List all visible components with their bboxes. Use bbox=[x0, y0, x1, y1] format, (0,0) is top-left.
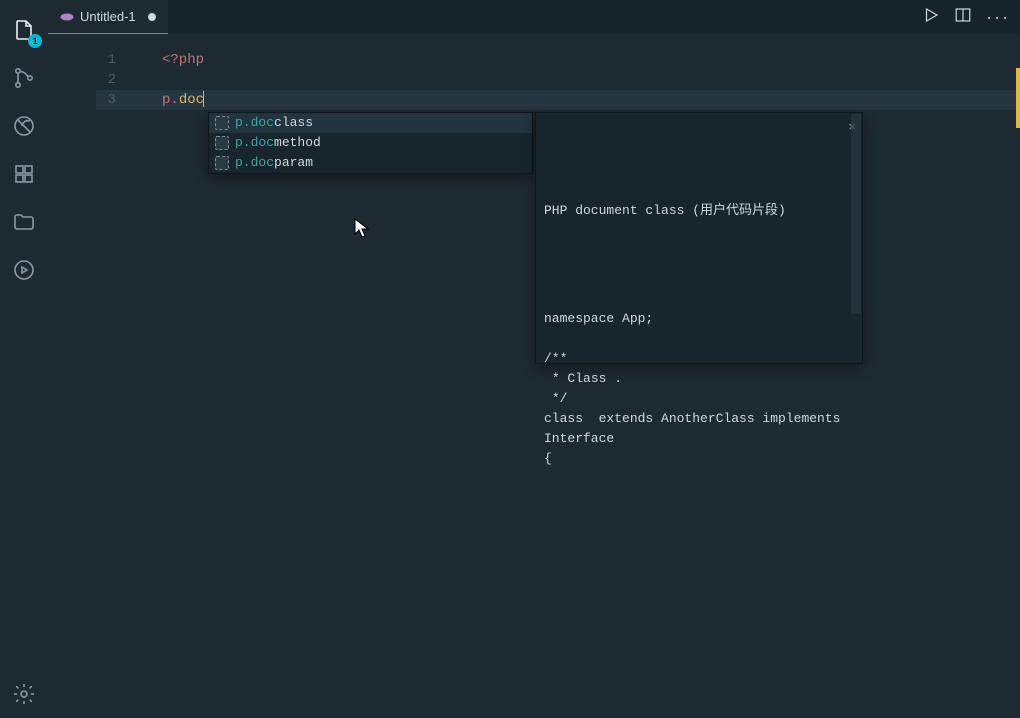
line-number: 3 bbox=[48, 90, 116, 110]
suggest-rest: param bbox=[274, 155, 313, 170]
run-icon[interactable] bbox=[922, 6, 940, 29]
suggest-match: p.doc bbox=[235, 135, 274, 150]
code-token: p. bbox=[162, 92, 179, 108]
suggest-detail-panel: × PHP document class (用户代码片段) namespace … bbox=[535, 112, 863, 364]
editor-area[interactable]: 1 2 3 <?php p.doc p.docclass p.docmethod bbox=[48, 34, 1020, 718]
snippet-icon bbox=[215, 116, 229, 130]
suggest-item[interactable]: p.docmethod bbox=[209, 133, 532, 153]
activity-bar: 1 bbox=[0, 0, 48, 718]
snippet-icon bbox=[215, 136, 229, 150]
line-number: 2 bbox=[48, 70, 116, 90]
explorer-icon[interactable]: 1 bbox=[0, 6, 48, 54]
code-token: doc bbox=[179, 92, 204, 108]
code-token: <?php bbox=[162, 52, 204, 68]
suggest-rest: class bbox=[274, 115, 313, 130]
settings-gear-icon[interactable] bbox=[0, 670, 48, 718]
editor-tab[interactable]: Untitled-1 bbox=[48, 0, 168, 34]
snippet-icon bbox=[215, 156, 229, 170]
detail-scrollbar[interactable] bbox=[851, 114, 861, 314]
main-column: Untitled-1 ··· 1 2 3 <?p bbox=[48, 0, 1020, 718]
tab-title: Untitled-1 bbox=[80, 9, 136, 24]
editor-actions: ··· bbox=[912, 0, 1020, 34]
suggest-widget: p.docclass p.docmethod p.docparam bbox=[208, 112, 533, 174]
mouse-pointer-icon bbox=[354, 218, 370, 245]
php-file-icon bbox=[60, 10, 74, 24]
text-cursor bbox=[203, 91, 204, 107]
debug-disabled-icon[interactable] bbox=[0, 102, 48, 150]
more-actions-icon[interactable]: ··· bbox=[986, 7, 1010, 28]
detail-body: namespace App; /** * Class . */ class ex… bbox=[544, 309, 852, 469]
suggest-item[interactable]: p.docclass bbox=[209, 113, 532, 133]
detail-title: PHP document class (用户代码片段) bbox=[544, 201, 852, 221]
circle-play-icon[interactable] bbox=[0, 246, 48, 294]
source-control-icon[interactable] bbox=[0, 54, 48, 102]
line-number: 1 bbox=[48, 50, 116, 70]
suggest-match: p.doc bbox=[235, 155, 274, 170]
suggest-rest: method bbox=[274, 135, 321, 150]
tab-bar: Untitled-1 ··· bbox=[48, 0, 1020, 34]
app-root: 1 Untitled-1 bbox=[0, 0, 1020, 718]
overview-ruler-marker bbox=[1016, 68, 1020, 128]
folder-icon[interactable] bbox=[0, 198, 48, 246]
split-editor-icon[interactable] bbox=[954, 6, 972, 29]
suggest-match: p.doc bbox=[235, 115, 274, 130]
code-content: <?php p.doc bbox=[162, 50, 1020, 110]
explorer-badge: 1 bbox=[28, 34, 42, 48]
extensions-icon[interactable] bbox=[0, 150, 48, 198]
dirty-indicator-icon bbox=[148, 13, 156, 21]
line-gutter: 1 2 3 bbox=[48, 50, 138, 110]
suggest-item[interactable]: p.docparam bbox=[209, 153, 532, 173]
